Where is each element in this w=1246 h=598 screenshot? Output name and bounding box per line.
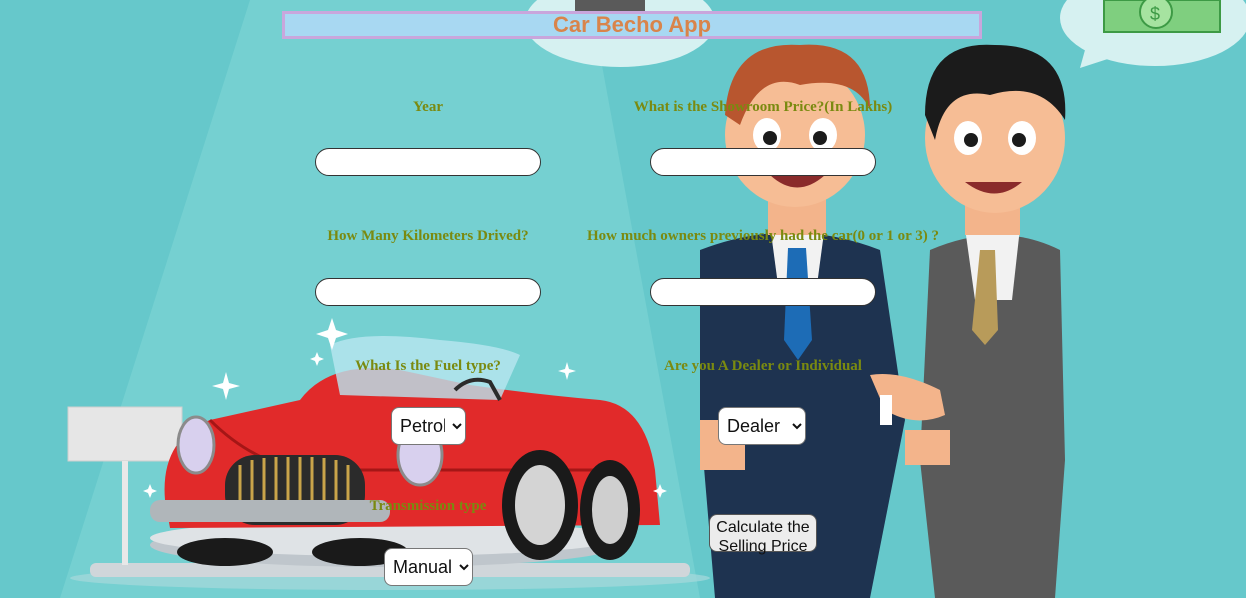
transmission-select[interactable]: Manual Car: [384, 548, 473, 586]
calculate-button-label: Calculate the Selling Price: [716, 519, 810, 555]
year-input[interactable]: [315, 148, 541, 176]
background-illustration: $: [60, 0, 1246, 598]
businessman-icon: [905, 44, 1066, 598]
owners-input[interactable]: [650, 278, 876, 306]
seller-type-select[interactable]: Dealer: [718, 407, 806, 445]
svg-text:$: $: [1150, 4, 1160, 24]
fuel-type-select[interactable]: Petrol: [391, 407, 466, 445]
seller-type-label: Are you A Dealer or Individual: [664, 358, 862, 374]
fuel-type-label: What Is the Fuel type?: [355, 358, 501, 374]
kms-driven-label: How Many Kilometers Drived?: [327, 228, 529, 244]
dollar-bill-icon: $: [1103, 0, 1221, 33]
showroom-price-input[interactable]: [650, 148, 876, 176]
owners-label: How much owners previously had the car(0…: [586, 228, 940, 244]
year-label: Year: [413, 99, 443, 115]
kms-driven-input[interactable]: [315, 278, 541, 306]
app-title: Car Becho App: [282, 11, 982, 39]
transmission-label: Transmission type: [369, 498, 487, 514]
showroom-price-label: What is the Showroom Price?(In Lakhs): [633, 99, 893, 115]
calculate-selling-price-button[interactable]: Calculate the Selling Price: [709, 514, 817, 555]
